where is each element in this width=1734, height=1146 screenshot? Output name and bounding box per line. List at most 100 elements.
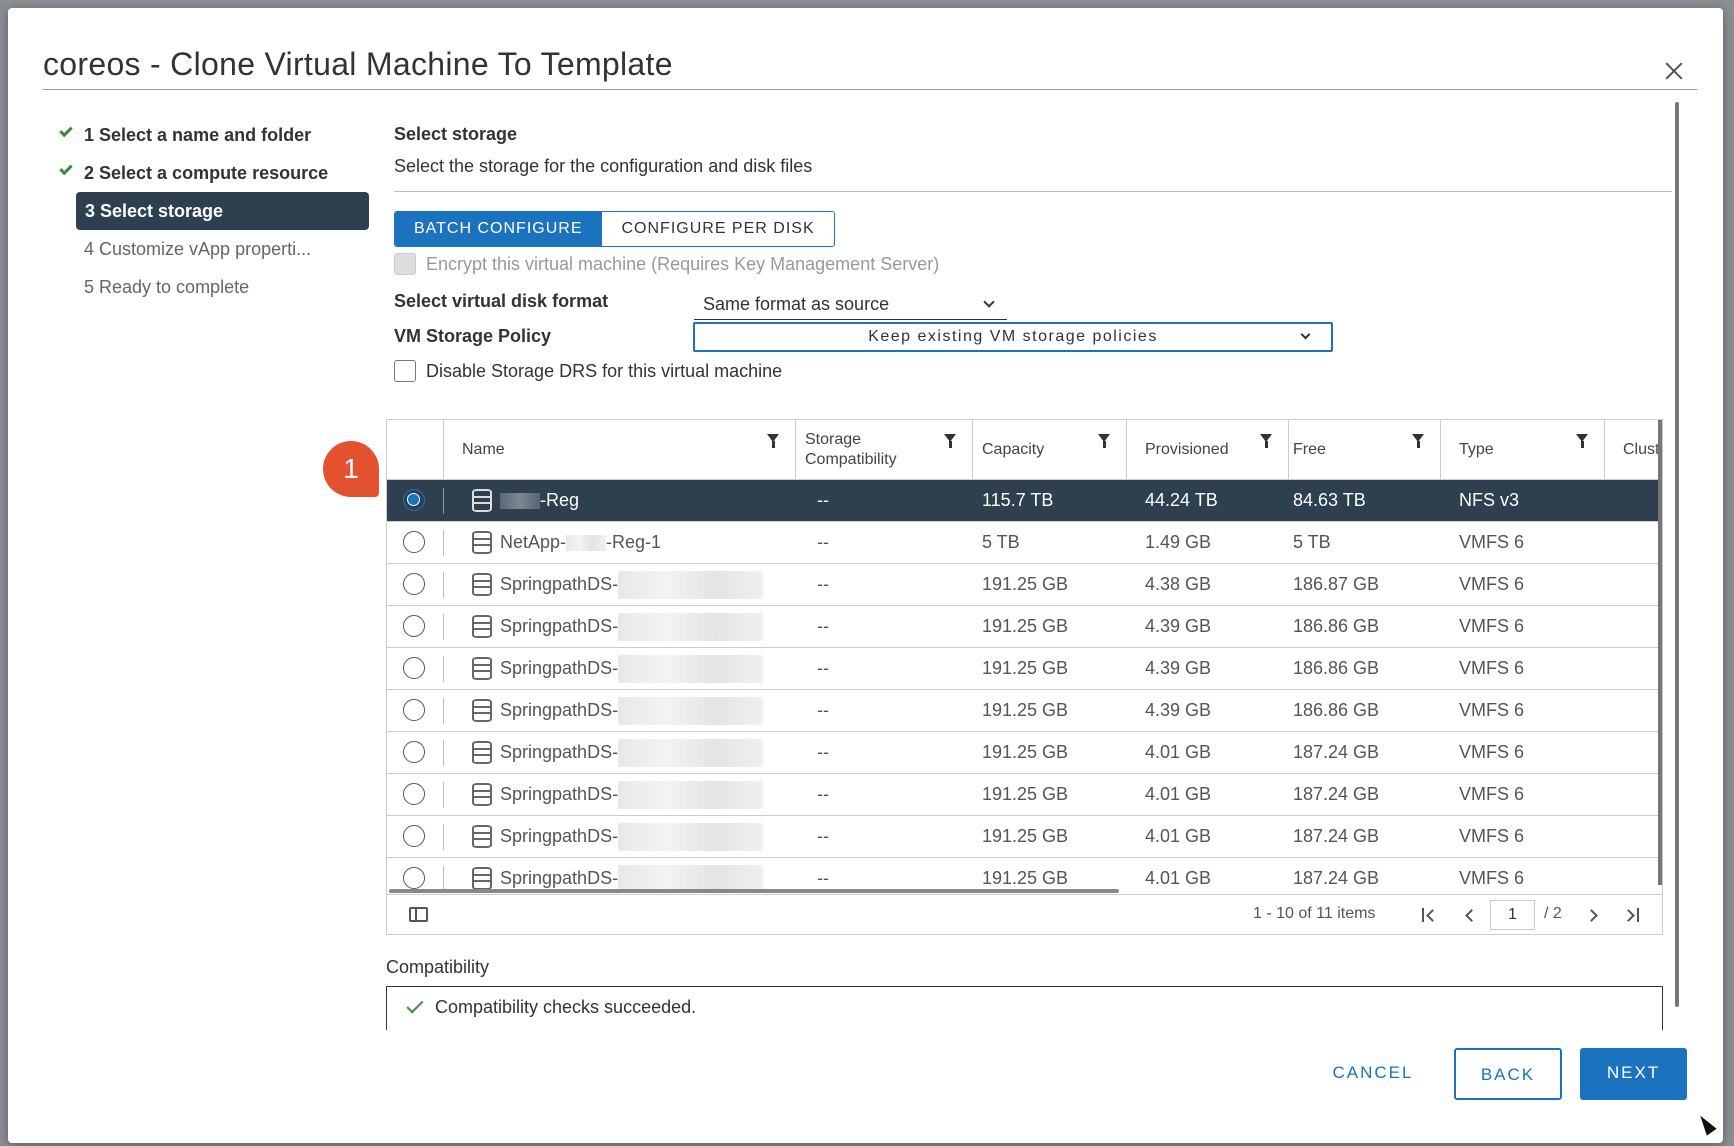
row-radio[interactable] — [403, 699, 425, 721]
title-divider — [43, 89, 1697, 90]
disk-format-select[interactable]: Same format as source — [694, 288, 1007, 320]
row-radio[interactable] — [403, 867, 425, 889]
cell-provisioned: 4.38 GB — [1145, 574, 1212, 594]
table-row[interactable]: SpringpathDS- -- 191.25 GB 4.39 GB 186.86 GB… — [387, 690, 1662, 732]
datastore-icon — [472, 489, 492, 512]
row-radio[interactable] — [403, 489, 425, 511]
column-provisioned[interactable]: Provisioned — [1127, 420, 1289, 480]
column-type[interactable]: Type — [1441, 420, 1605, 480]
table-row[interactable]: SpringpathDS- -- 191.25 GB 4.01 GB 187.24 GB… — [387, 774, 1662, 816]
cell-type: VMFS 6 — [1459, 868, 1525, 888]
configure-per-disk-button[interactable]: CONFIGURE PER DISK — [601, 212, 834, 246]
row-radio[interactable] — [403, 615, 425, 637]
datastore-icon — [472, 699, 492, 722]
filter-icon[interactable] — [944, 434, 956, 448]
grid-horizontal-scrollbar[interactable] — [389, 889, 1119, 893]
step-label: 4 Customize vApp properti... — [84, 239, 312, 259]
row-radio[interactable] — [403, 783, 425, 805]
redacted-text — [618, 739, 764, 768]
step-1[interactable]: 1 Select a name and folder — [54, 116, 369, 154]
chevron-left-icon — [1464, 908, 1478, 922]
disk-format-value: Same format as source — [703, 294, 890, 314]
cell-capacity: 191.25 GB — [982, 658, 1069, 678]
filter-icon[interactable] — [1412, 434, 1424, 448]
datastore-name: -Reg — [500, 480, 579, 521]
redacted-text — [566, 535, 607, 552]
filter-icon[interactable] — [1260, 434, 1272, 448]
column-label: Free — [1293, 441, 1326, 458]
cell-compatibility: -- — [817, 784, 829, 804]
page-number-input[interactable]: 1 — [1490, 900, 1535, 930]
cell-compatibility: -- — [817, 616, 829, 636]
drs-label: Disable Storage DRS for this virtual mac… — [426, 360, 783, 381]
config-mode-toggle: BATCH CONFIGURE CONFIGURE PER DISK — [394, 211, 835, 247]
cell-compatibility: -- — [817, 574, 829, 594]
cell-provisioned: 4.01 GB — [1145, 784, 1212, 804]
filter-icon[interactable] — [1576, 434, 1588, 448]
table-row[interactable]: SpringpathDS- -- 191.25 GB 4.01 GB 187.24 GB… — [387, 816, 1662, 858]
section-subtitle: Select the storage for the configuration… — [394, 156, 813, 176]
name-prefix: SpringpathDS- — [500, 658, 619, 678]
datastore-name: SpringpathDS- — [500, 564, 764, 605]
column-name[interactable]: Name — [444, 420, 796, 480]
last-page-button[interactable] — [1619, 903, 1643, 927]
name-suffix: -Reg — [540, 490, 580, 510]
cell-provisioned: 4.01 GB — [1145, 742, 1212, 762]
back-button[interactable]: BACK — [1454, 1048, 1562, 1100]
column-toggle-icon[interactable] — [409, 907, 428, 922]
row-radio[interactable] — [403, 531, 425, 553]
step-3[interactable]: 3 Select storage — [76, 192, 369, 230]
row-divider — [443, 488, 444, 514]
row-radio[interactable] — [403, 657, 425, 679]
drs-option: Disable Storage DRS for this virtual mac… — [394, 360, 782, 382]
column-capacity[interactable]: Capacity — [973, 420, 1127, 480]
datastore-icon — [472, 573, 492, 596]
datastore-icon — [472, 825, 492, 848]
redacted-text — [618, 613, 764, 642]
row-divider — [443, 824, 444, 850]
cancel-button[interactable]: CANCEL — [1314, 1048, 1432, 1100]
storage-policy-value: Keep existing VM storage policies — [868, 328, 1158, 345]
cell-provisioned: 4.01 GB — [1145, 826, 1212, 846]
row-divider — [443, 740, 444, 766]
step-2[interactable]: 2 Select a compute resource — [54, 154, 369, 192]
filter-icon[interactable] — [767, 434, 779, 448]
cell-compatibility: -- — [817, 700, 829, 720]
filter-icon[interactable] — [1098, 434, 1110, 448]
cell-compatibility: -- — [817, 742, 829, 762]
cell-type: VMFS 6 — [1459, 658, 1525, 678]
table-row[interactable]: SpringpathDS- -- 191.25 GB 4.38 GB 186.87 GB… — [387, 564, 1662, 606]
column-cluster[interactable]: Clust — [1605, 420, 1662, 480]
column-free[interactable]: Free — [1289, 420, 1441, 480]
table-row[interactable]: SpringpathDS- -- 191.25 GB 4.39 GB 186.86 GB… — [387, 606, 1662, 648]
name-prefix: SpringpathDS- — [500, 700, 619, 720]
row-radio[interactable] — [403, 573, 425, 595]
redacted-text — [618, 823, 764, 852]
datastore-icon — [472, 531, 492, 554]
table-row[interactable]: NetApp- -Reg-1 -- 5 TB 1.49 GB 5 TB VMFS 6 — [387, 522, 1662, 564]
row-radio[interactable] — [403, 825, 425, 847]
disable-drs-checkbox[interactable] — [394, 360, 416, 382]
row-radio[interactable] — [403, 741, 425, 763]
first-page-button[interactable] — [1417, 903, 1441, 927]
dialog-title: coreos - Clone Virtual Machine To Templa… — [43, 46, 673, 82]
name-prefix: NetApp- — [500, 532, 567, 552]
cell-capacity: 191.25 GB — [982, 574, 1069, 594]
next-page-button[interactable] — [1581, 903, 1605, 927]
next-button[interactable]: NEXT — [1580, 1048, 1687, 1100]
redacted-text — [618, 781, 764, 810]
grid-vertical-scrollbar[interactable] — [1658, 420, 1662, 885]
cell-capacity: 191.25 GB — [982, 826, 1069, 846]
cell-type: VMFS 6 — [1459, 574, 1525, 594]
dialog-scrollbar[interactable] — [1675, 102, 1679, 1007]
table-row[interactable]: -Reg -- 115.7 TB 44.24 TB 84.63 TB NFS v3 — [387, 480, 1662, 522]
storage-policy-select[interactable]: Keep existing VM storage policies — [693, 322, 1333, 352]
table-row[interactable]: SpringpathDS- -- 191.25 GB 4.01 GB 187.24 GB… — [387, 732, 1662, 774]
table-row[interactable]: SpringpathDS- -- 191.25 GB 4.39 GB 186.86 GB… — [387, 648, 1662, 690]
close-icon[interactable] — [1663, 60, 1685, 82]
datastore-name: SpringpathDS- — [500, 816, 764, 857]
previous-page-button[interactable] — [1457, 903, 1481, 927]
row-divider — [443, 614, 444, 640]
column-storage-compatibility[interactable]: Storage Compatibility — [796, 420, 973, 480]
batch-configure-button[interactable]: BATCH CONFIGURE — [395, 212, 602, 246]
